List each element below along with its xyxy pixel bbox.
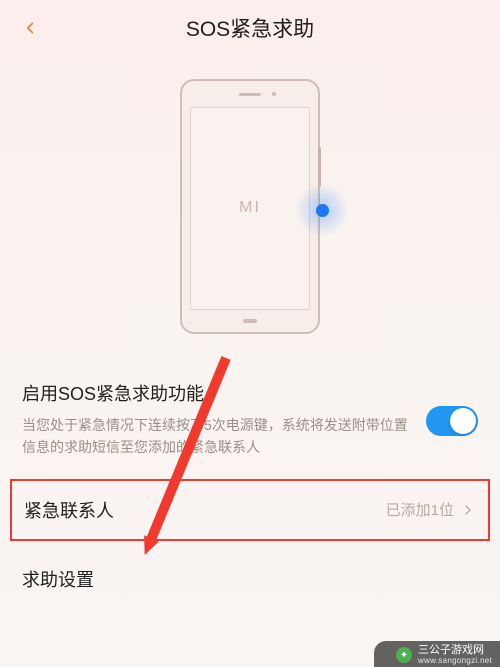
enable-sos-toggle[interactable]	[426, 406, 478, 436]
enable-sos-description: 当您处于紧急情况下连续按下5次电源键，系统将发送附带位置信息的求助短信至您添加的…	[22, 414, 412, 459]
power-button-icon	[318, 147, 321, 187]
sos-settings-label: 求助设置	[22, 566, 94, 592]
watermark-url: www.sangongzi.net	[418, 657, 492, 665]
emergency-contacts-label: 紧急联系人	[24, 497, 114, 523]
back-button[interactable]	[16, 14, 44, 42]
watermark-name: 三公子游戏网	[418, 645, 492, 657]
header: SOS紧急求助	[0, 0, 500, 56]
phone-illustration: MI	[0, 56, 500, 356]
page-title: SOS紧急求助	[186, 13, 314, 43]
watermark: ✦ 三公子游戏网 www.sangongzi.net	[374, 641, 500, 667]
sos-settings-row[interactable]: 求助设置	[0, 547, 500, 611]
emergency-contacts-row[interactable]: 紧急联系人 已添加1位	[10, 479, 490, 541]
emergency-contacts-value: 已添加1位	[386, 499, 454, 520]
watermark-logo-icon: ✦	[396, 647, 412, 663]
enable-sos-section: 启用SOS紧急求助功能 当您处于紧急情况下连续按下5次电源键，系统将发送附带位置…	[0, 356, 500, 479]
chevron-right-icon	[460, 502, 476, 518]
chevron-left-icon	[21, 19, 39, 37]
mi-logo: MI	[239, 199, 261, 217]
phone-outline: MI	[180, 79, 320, 334]
enable-sos-title: 启用SOS紧急求助功能	[22, 380, 412, 406]
